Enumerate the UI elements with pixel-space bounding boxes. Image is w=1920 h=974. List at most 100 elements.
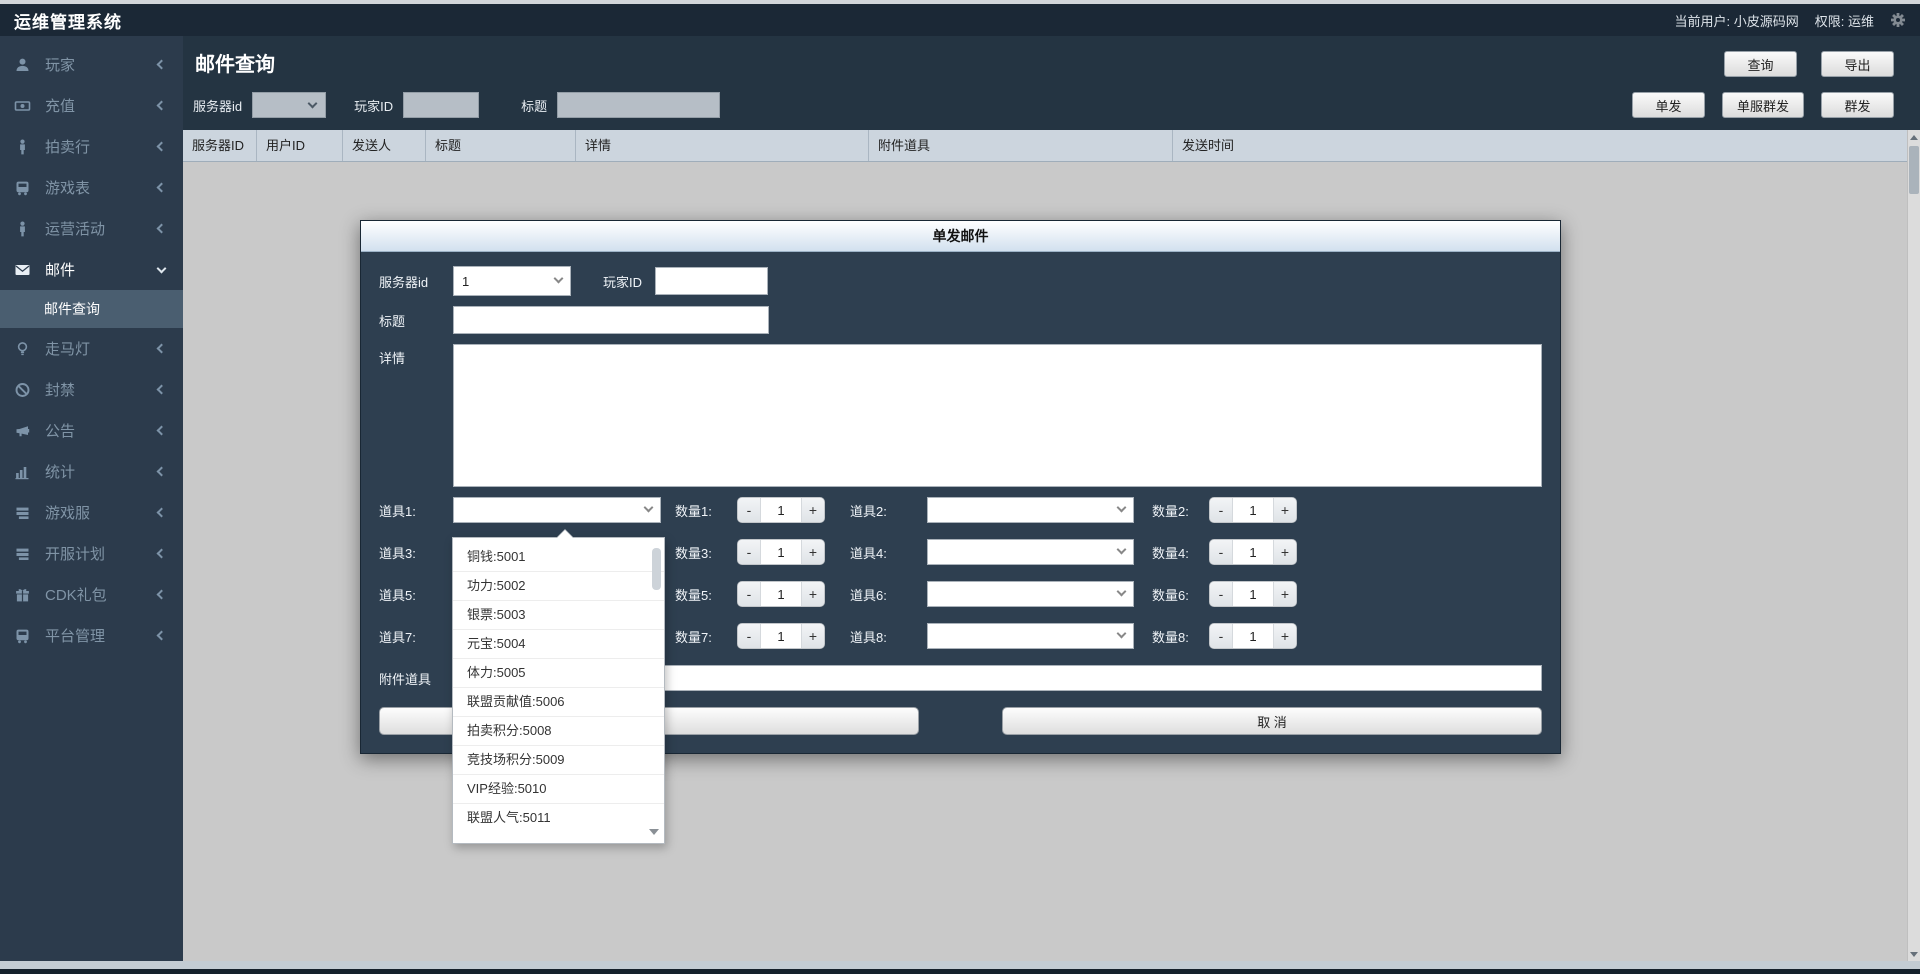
sidebar-item-platform-management[interactable]: 平台管理: [0, 615, 183, 656]
qty-8-label: 数量8:: [1152, 627, 1209, 646]
qty-1-plus-button[interactable]: +: [802, 498, 824, 522]
qty-3-value[interactable]: 1: [760, 540, 802, 564]
qty-5-minus-button[interactable]: -: [738, 582, 760, 606]
dropdown-scrollbar-thumb[interactable]: [652, 548, 661, 590]
qty-8-stepper: -1+: [1209, 623, 1297, 649]
item-4-select[interactable]: [927, 539, 1134, 565]
qty-4-stepper: -1+: [1209, 539, 1297, 565]
horizontal-scrollbar[interactable]: [0, 961, 1920, 969]
item-2-select[interactable]: [927, 497, 1134, 523]
vertical-scrollbar-thumb[interactable]: [1909, 146, 1919, 194]
qty-7-minus-button[interactable]: -: [738, 624, 760, 648]
sidebar-item-marquee[interactable]: 走马灯: [0, 328, 183, 369]
chevron-down-icon: [157, 263, 167, 273]
qty-1-value[interactable]: 1: [760, 498, 802, 522]
sidebar-item-statistics[interactable]: 统计: [0, 451, 183, 492]
qty-8-minus-button[interactable]: -: [1210, 624, 1232, 648]
qty-3-stepper: -1+: [737, 539, 825, 565]
dropdown-option[interactable]: 联盟贡献值:5006: [453, 688, 664, 717]
dropdown-option[interactable]: 铜钱:5001: [453, 543, 664, 572]
dropdown-option[interactable]: 功力:5002: [453, 572, 664, 601]
modal-player-id-label: 玩家ID: [603, 272, 655, 291]
send-action-buttons: 单发单服群发群发: [1632, 92, 1894, 118]
dropdown-option[interactable]: 元宝:5004: [453, 630, 664, 659]
filter-player-id-input[interactable]: [403, 92, 479, 118]
export-button[interactable]: 导出: [1821, 51, 1894, 77]
query-button[interactable]: 查询: [1724, 51, 1797, 77]
qty-3-minus-button[interactable]: -: [738, 540, 760, 564]
qty-5-stepper: -1+: [737, 581, 825, 607]
sidebar-item-label: 游戏服: [45, 502, 158, 523]
sidebar-item-label: 平台管理: [45, 625, 158, 646]
qty-7-plus-button[interactable]: +: [802, 624, 824, 648]
chevron-down-icon: [1117, 503, 1127, 513]
dropdown-option[interactable]: 竞技场积分:5009: [453, 746, 664, 775]
modal-player-id-input[interactable]: [655, 267, 768, 295]
sidebar-item-game-tables[interactable]: 游戏表: [0, 167, 183, 208]
modal-detail-textarea[interactable]: [453, 344, 1542, 487]
sidebar-item-announcements[interactable]: 公告: [0, 410, 183, 451]
page-action-buttons: 查询导出: [1724, 51, 1894, 77]
sidebar-item-label: 拍卖行: [45, 136, 158, 157]
qty-6-minus-button[interactable]: -: [1210, 582, 1232, 606]
qty-8-plus-button[interactable]: +: [1274, 624, 1296, 648]
filter-title-input[interactable]: [557, 92, 720, 118]
sidebar-item-mail[interactable]: 邮件: [0, 249, 183, 290]
sidebar-item-label: 统计: [45, 461, 158, 482]
qty-6-plus-button[interactable]: +: [1274, 582, 1296, 606]
dropdown-option[interactable]: 联盟人气:5011: [453, 804, 664, 833]
sidebar-item-game-servers[interactable]: 游戏服: [0, 492, 183, 533]
user-icon: [14, 57, 32, 73]
dropdown-option[interactable]: 体力:5005: [453, 659, 664, 688]
filter-server-id-select[interactable]: [252, 92, 326, 118]
qty-4-plus-button[interactable]: +: [1274, 540, 1296, 564]
sidebar-item-operations-activity[interactable]: 运营活动: [0, 208, 183, 249]
item-8-select[interactable]: [927, 623, 1134, 649]
dropdown-option[interactable]: 拍卖积分:5008: [453, 717, 664, 746]
item-6-select[interactable]: [927, 581, 1134, 607]
sidebar-item-ban[interactable]: 封禁: [0, 369, 183, 410]
single-server-mass-send-button[interactable]: 单服群发: [1722, 92, 1804, 118]
qty-4-minus-button[interactable]: -: [1210, 540, 1232, 564]
sidebar-item-auction-house[interactable]: 拍卖行: [0, 126, 183, 167]
qty-2-value[interactable]: 1: [1232, 498, 1274, 522]
qty-6-value[interactable]: 1: [1232, 582, 1274, 606]
dropdown-scroll-down-icon[interactable]: [649, 829, 659, 835]
sidebar-item-players[interactable]: 玩家: [0, 44, 183, 85]
dropdown-option[interactable]: VIP经验:5010: [453, 775, 664, 804]
qty-5-value[interactable]: 1: [760, 582, 802, 606]
item-8-label: 道具8:: [850, 627, 927, 646]
scroll-up-icon[interactable]: [1908, 130, 1920, 144]
sidebar-item-recharge[interactable]: 充值: [0, 85, 183, 126]
qty-7-value[interactable]: 1: [760, 624, 802, 648]
qty-3-plus-button[interactable]: +: [802, 540, 824, 564]
modal-subject-input[interactable]: [453, 306, 769, 334]
qty-8-value[interactable]: 1: [1232, 624, 1274, 648]
mass-send-button[interactable]: 群发: [1821, 92, 1894, 118]
sidebar-item-server-open-plan[interactable]: 开服计划: [0, 533, 183, 574]
scroll-down-icon[interactable]: [1908, 947, 1920, 961]
qty-6-label: 数量6:: [1152, 585, 1209, 604]
dropdown-option[interactable]: 银票:5003: [453, 601, 664, 630]
topbar-right: 当前用户: 小皮源码网 权限: 运维: [1675, 11, 1906, 30]
sidebar-item-cdk-gift[interactable]: CDK礼包: [0, 574, 183, 615]
modal-server-id-select[interactable]: 1: [453, 266, 571, 296]
qty-2-plus-button[interactable]: +: [1274, 498, 1296, 522]
qty-4-label: 数量4:: [1152, 543, 1209, 562]
cancel-button[interactable]: 取 消: [1002, 707, 1542, 735]
column-header-3: 发送人: [343, 130, 426, 161]
item-1-select[interactable]: [453, 497, 661, 523]
single-send-button[interactable]: 单发: [1632, 92, 1705, 118]
sidebar-subitem-label: 邮件查询: [44, 299, 100, 319]
app-title: 运维管理系统: [14, 8, 122, 33]
sidebar-item-label: 游戏表: [45, 177, 158, 198]
qty-1-minus-button[interactable]: -: [738, 498, 760, 522]
gear-icon[interactable]: [1890, 12, 1906, 28]
qty-5-plus-button[interactable]: +: [802, 582, 824, 606]
modal-subject-label: 标题: [379, 311, 453, 330]
qty-4-value[interactable]: 1: [1232, 540, 1274, 564]
item-7-label: 道具7:: [379, 627, 453, 646]
sidebar-subitem-mail-query[interactable]: 邮件查询: [0, 290, 183, 328]
qty-2-minus-button[interactable]: -: [1210, 498, 1232, 522]
vertical-scrollbar[interactable]: [1907, 130, 1920, 961]
